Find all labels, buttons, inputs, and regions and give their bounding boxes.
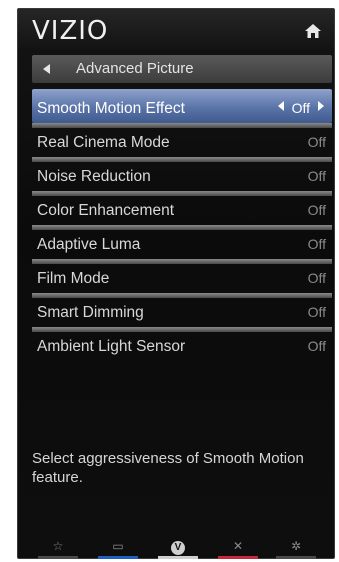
left-arrow-icon[interactable] xyxy=(278,101,284,111)
menu-item[interactable]: Color Enhancement Off xyxy=(32,191,332,225)
menu-item[interactable]: Noise Reduction Off xyxy=(32,157,332,191)
menu-item-label: Noise Reduction xyxy=(37,168,151,185)
button-underline xyxy=(98,556,138,559)
close-button[interactable]: ✕ xyxy=(218,537,258,559)
menu-item[interactable]: Real Cinema Mode Off xyxy=(32,123,332,157)
gear-button[interactable]: ✲ xyxy=(276,537,316,559)
menu-item-value: Off xyxy=(307,338,326,354)
star-button[interactable]: ☆ xyxy=(38,537,78,559)
button-underline xyxy=(276,556,316,559)
breadcrumb-title: Advanced Picture xyxy=(76,60,194,77)
breadcrumb-back-button[interactable]: Advanced Picture xyxy=(32,55,332,83)
menu-item-value: Off xyxy=(307,202,326,218)
row-divider xyxy=(32,259,332,264)
menu-header: VIZIO xyxy=(18,9,334,51)
right-arrow-icon[interactable] xyxy=(318,101,324,111)
help-text: Select aggressiveness of Smooth Motion f… xyxy=(32,450,304,486)
row-divider xyxy=(32,191,332,196)
menu-item-label: Color Enhancement xyxy=(37,202,174,219)
close-icon: ✕ xyxy=(232,539,244,553)
menu-item[interactable]: Smart Dimming Off xyxy=(32,293,332,327)
row-divider xyxy=(32,293,332,298)
menu-item-label: Smooth Motion Effect xyxy=(37,100,185,117)
input-icon: ▭ xyxy=(112,539,124,553)
button-underline xyxy=(158,556,198,559)
menu-item-value: Off xyxy=(307,270,326,286)
footer-bar: ☆ ▭ V ✕ ✲ xyxy=(18,537,334,559)
menu-item-label: Smart Dimming xyxy=(37,304,144,321)
menu-item-label: Real Cinema Mode xyxy=(37,134,170,151)
menu-item[interactable]: Adaptive Luma Off xyxy=(32,225,332,259)
menu-item-value: Off xyxy=(307,134,326,150)
button-underline xyxy=(218,556,258,559)
menu-item-value: Off xyxy=(307,236,326,252)
menu-item[interactable]: Smooth Motion Effect Off xyxy=(32,89,332,123)
menu-item-label: Adaptive Luma xyxy=(37,236,141,253)
star-icon: ☆ xyxy=(52,539,64,553)
back-arrow-icon xyxy=(43,64,50,74)
input-button[interactable]: ▭ xyxy=(98,537,138,559)
menu-item-value: Off xyxy=(307,168,326,184)
row-divider xyxy=(32,327,332,332)
row-divider xyxy=(32,157,332,162)
button-underline xyxy=(38,556,78,559)
settings-menu: Smooth Motion Effect Off Real Cinema Mode O… xyxy=(32,89,332,361)
vizio-logo: VIZIO xyxy=(32,16,109,46)
menu-item-value: Off xyxy=(291,100,310,116)
menu-item[interactable]: Film Mode Off xyxy=(32,259,332,293)
row-divider xyxy=(32,225,332,230)
row-divider xyxy=(32,123,332,128)
vizio-v-button[interactable]: V xyxy=(158,537,198,559)
menu-item[interactable]: Ambient Light Sensor Off xyxy=(32,327,332,361)
menu-item-label: Ambient Light Sensor xyxy=(37,338,186,355)
menu-item-label: Film Mode xyxy=(37,270,110,287)
home-icon[interactable] xyxy=(304,23,322,39)
menu-item-value: Off xyxy=(307,304,326,320)
tv-menu-panel: VIZIO Advanced Picture Smooth Motion Eff… xyxy=(17,8,335,559)
gear-icon: ✲ xyxy=(290,539,302,553)
vizio-v-icon: V xyxy=(171,541,185,555)
